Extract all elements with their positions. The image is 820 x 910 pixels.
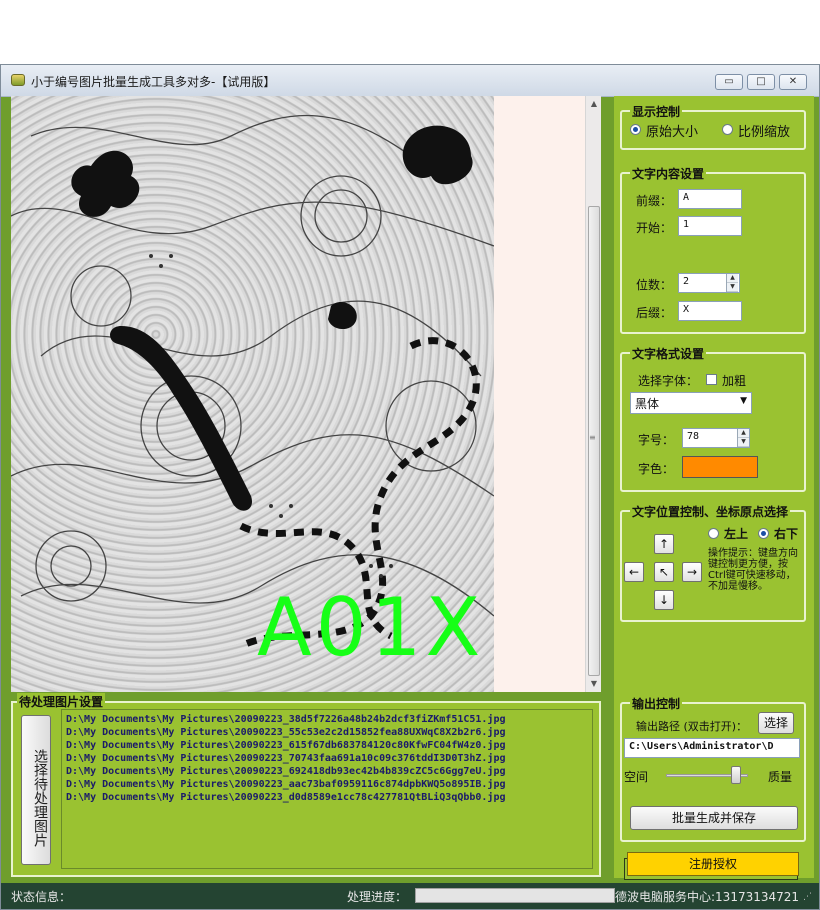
grip-icon: ≡: [589, 433, 596, 442]
choose-path-button[interactable]: 选择: [758, 712, 794, 734]
close-button[interactable]: ✕: [779, 74, 807, 90]
select-images-button[interactable]: 选择待处理图片: [21, 715, 51, 865]
move-up-button[interactable]: ↑: [654, 534, 674, 554]
output-path-field[interactable]: C:\Users\Administrator\D: [624, 738, 800, 758]
status-bar: 状态信息： 处理进度： 德波电脑服务中心:13173134721 ⋰: [1, 883, 819, 909]
digits-label: 位数：: [636, 278, 673, 292]
position-control-panel: 文字位置控制、坐标原点选择 左上 右下 ↑ ← ↖ → ↓ 操作提示：键盘方向键…: [620, 503, 806, 622]
font-size-spin-buttons[interactable]: ▲ ▼: [737, 429, 749, 447]
preview-scrollbar[interactable]: ▲ ≡ ▼: [585, 96, 601, 692]
font-select-label: 选择字体：: [638, 374, 699, 388]
text-format-panel: 文字格式设置 选择字体： 加粗 黑体 ▼ 字号： 78 ▲ ▼ 字色：: [620, 345, 806, 492]
bold-checkbox[interactable]: [706, 374, 717, 385]
display-control-title: 显示控制: [630, 103, 683, 120]
text-format-title: 文字格式设置: [630, 345, 707, 362]
font-color-swatch[interactable]: [682, 456, 758, 478]
title-bar[interactable]: 小于编号图片批量生成工具多对多-【试用版】 ▭ □ ✕: [1, 65, 819, 97]
origin-top-left-radio[interactable]: [708, 528, 719, 539]
app-icon: [11, 74, 25, 86]
list-item[interactable]: D:\My Documents\My Pictures\20090223_692…: [66, 765, 588, 778]
scroll-up-icon[interactable]: ▲: [586, 96, 602, 112]
minimize-button[interactable]: ▭: [715, 74, 743, 90]
start-label: 开始：: [636, 221, 673, 235]
origin-bottom-right-radio[interactable]: [758, 528, 769, 539]
progress-label: 处理进度：: [347, 890, 408, 904]
quality-slider-thumb[interactable]: [731, 766, 741, 784]
file-list[interactable]: D:\My Documents\My Pictures\20090223_38d…: [61, 709, 593, 869]
scroll-down-icon[interactable]: ▼: [586, 676, 602, 692]
display-control-panel: 显示控制 原始大小 比例缩放: [620, 103, 806, 150]
font-select-value: 黑体: [635, 397, 660, 411]
chevron-down-icon: ▼: [740, 396, 747, 406]
generate-save-button[interactable]: 批量生成并保存: [630, 806, 798, 830]
resize-grip-icon[interactable]: ⋰: [803, 892, 812, 902]
list-item[interactable]: D:\My Documents\My Pictures\20090223_707…: [66, 752, 588, 765]
list-item[interactable]: D:\My Documents\My Pictures\20090223_38d…: [66, 713, 588, 726]
register-button[interactable]: 注册授权: [627, 852, 799, 876]
quality-label: 质量: [768, 770, 793, 784]
original-size-radio[interactable]: [630, 124, 641, 135]
prefix-label: 前缀：: [636, 194, 673, 208]
overlay-number-text[interactable]: A01X: [257, 588, 484, 668]
font-color-label: 字色：: [638, 462, 675, 476]
progress-bar: [415, 888, 615, 903]
pending-images-title: 待处理图片设置: [17, 693, 106, 710]
font-select[interactable]: 黑体 ▼: [630, 392, 752, 414]
output-path-label: 输出路径 (双击打开)：: [636, 720, 748, 733]
move-left-button[interactable]: ←: [624, 562, 644, 582]
suffix-input[interactable]: X: [678, 301, 742, 321]
digits-spin-buttons[interactable]: ▲ ▼: [726, 274, 738, 292]
bold-label: 加粗: [722, 374, 747, 388]
origin-reset-button[interactable]: ↖: [654, 562, 674, 582]
list-item[interactable]: D:\My Documents\My Pictures\20090223_615…: [66, 739, 588, 752]
output-control-title: 输出控制: [630, 695, 683, 712]
text-content-title: 文字内容设置: [630, 165, 707, 182]
start-input[interactable]: 1: [678, 216, 742, 236]
list-item[interactable]: D:\My Documents\My Pictures\20090223_55c…: [66, 726, 588, 739]
pending-images-panel: 待处理图片设置 选择待处理图片 D:\My Documents\My Pictu…: [11, 693, 601, 877]
settings-column: 显示控制 原始大小 比例缩放 文字内容设置 前缀： A 开始： 1 位数： 2 …: [614, 96, 814, 880]
scale-radio[interactable]: [722, 124, 733, 135]
origin-top-left-label: 左上: [724, 527, 749, 541]
text-content-panel: 文字内容设置 前缀： A 开始： 1 位数： 2 ▲ ▼ 后缀： X: [620, 165, 806, 334]
origin-bottom-right-label: 右下: [774, 527, 799, 541]
move-down-button[interactable]: ↓: [654, 590, 674, 610]
preview-image: A01X: [11, 96, 494, 692]
contact-info: 德波电脑服务中心:13173134721: [615, 890, 800, 904]
position-control-title: 文字位置控制、坐标原点选择: [630, 503, 791, 520]
space-label: 空间: [624, 770, 649, 784]
move-right-button[interactable]: →: [682, 562, 702, 582]
scale-label: 比例缩放: [738, 125, 791, 140]
operation-hint: 操作提示：键盘方向键控制更方便，按Ctrl键可快速移动，不加是慢移。: [708, 548, 798, 592]
suffix-label: 后缀：: [636, 306, 673, 320]
original-size-label: 原始大小: [646, 125, 699, 140]
image-preview[interactable]: A01X ▲ ≡ ▼: [11, 96, 601, 692]
prefix-input[interactable]: A: [678, 189, 742, 209]
status-info-label: 状态信息：: [11, 890, 72, 904]
list-item[interactable]: D:\My Documents\My Pictures\20090223_d0d…: [66, 791, 588, 804]
list-item[interactable]: D:\My Documents\My Pictures\20090223_aac…: [66, 778, 588, 791]
window-title: 小于编号图片批量生成工具多对多-【试用版】: [31, 75, 276, 89]
app-window: 小于编号图片批量生成工具多对多-【试用版】 ▭ □ ✕ A01X ▲ ≡ ▼ 显…: [0, 64, 820, 910]
font-size-label: 字号：: [638, 433, 675, 447]
output-control-panel: 输出控制 输出路径 (双击打开)： 选择 C:\Users\Administra…: [620, 695, 806, 842]
maximize-button[interactable]: □: [747, 74, 775, 90]
